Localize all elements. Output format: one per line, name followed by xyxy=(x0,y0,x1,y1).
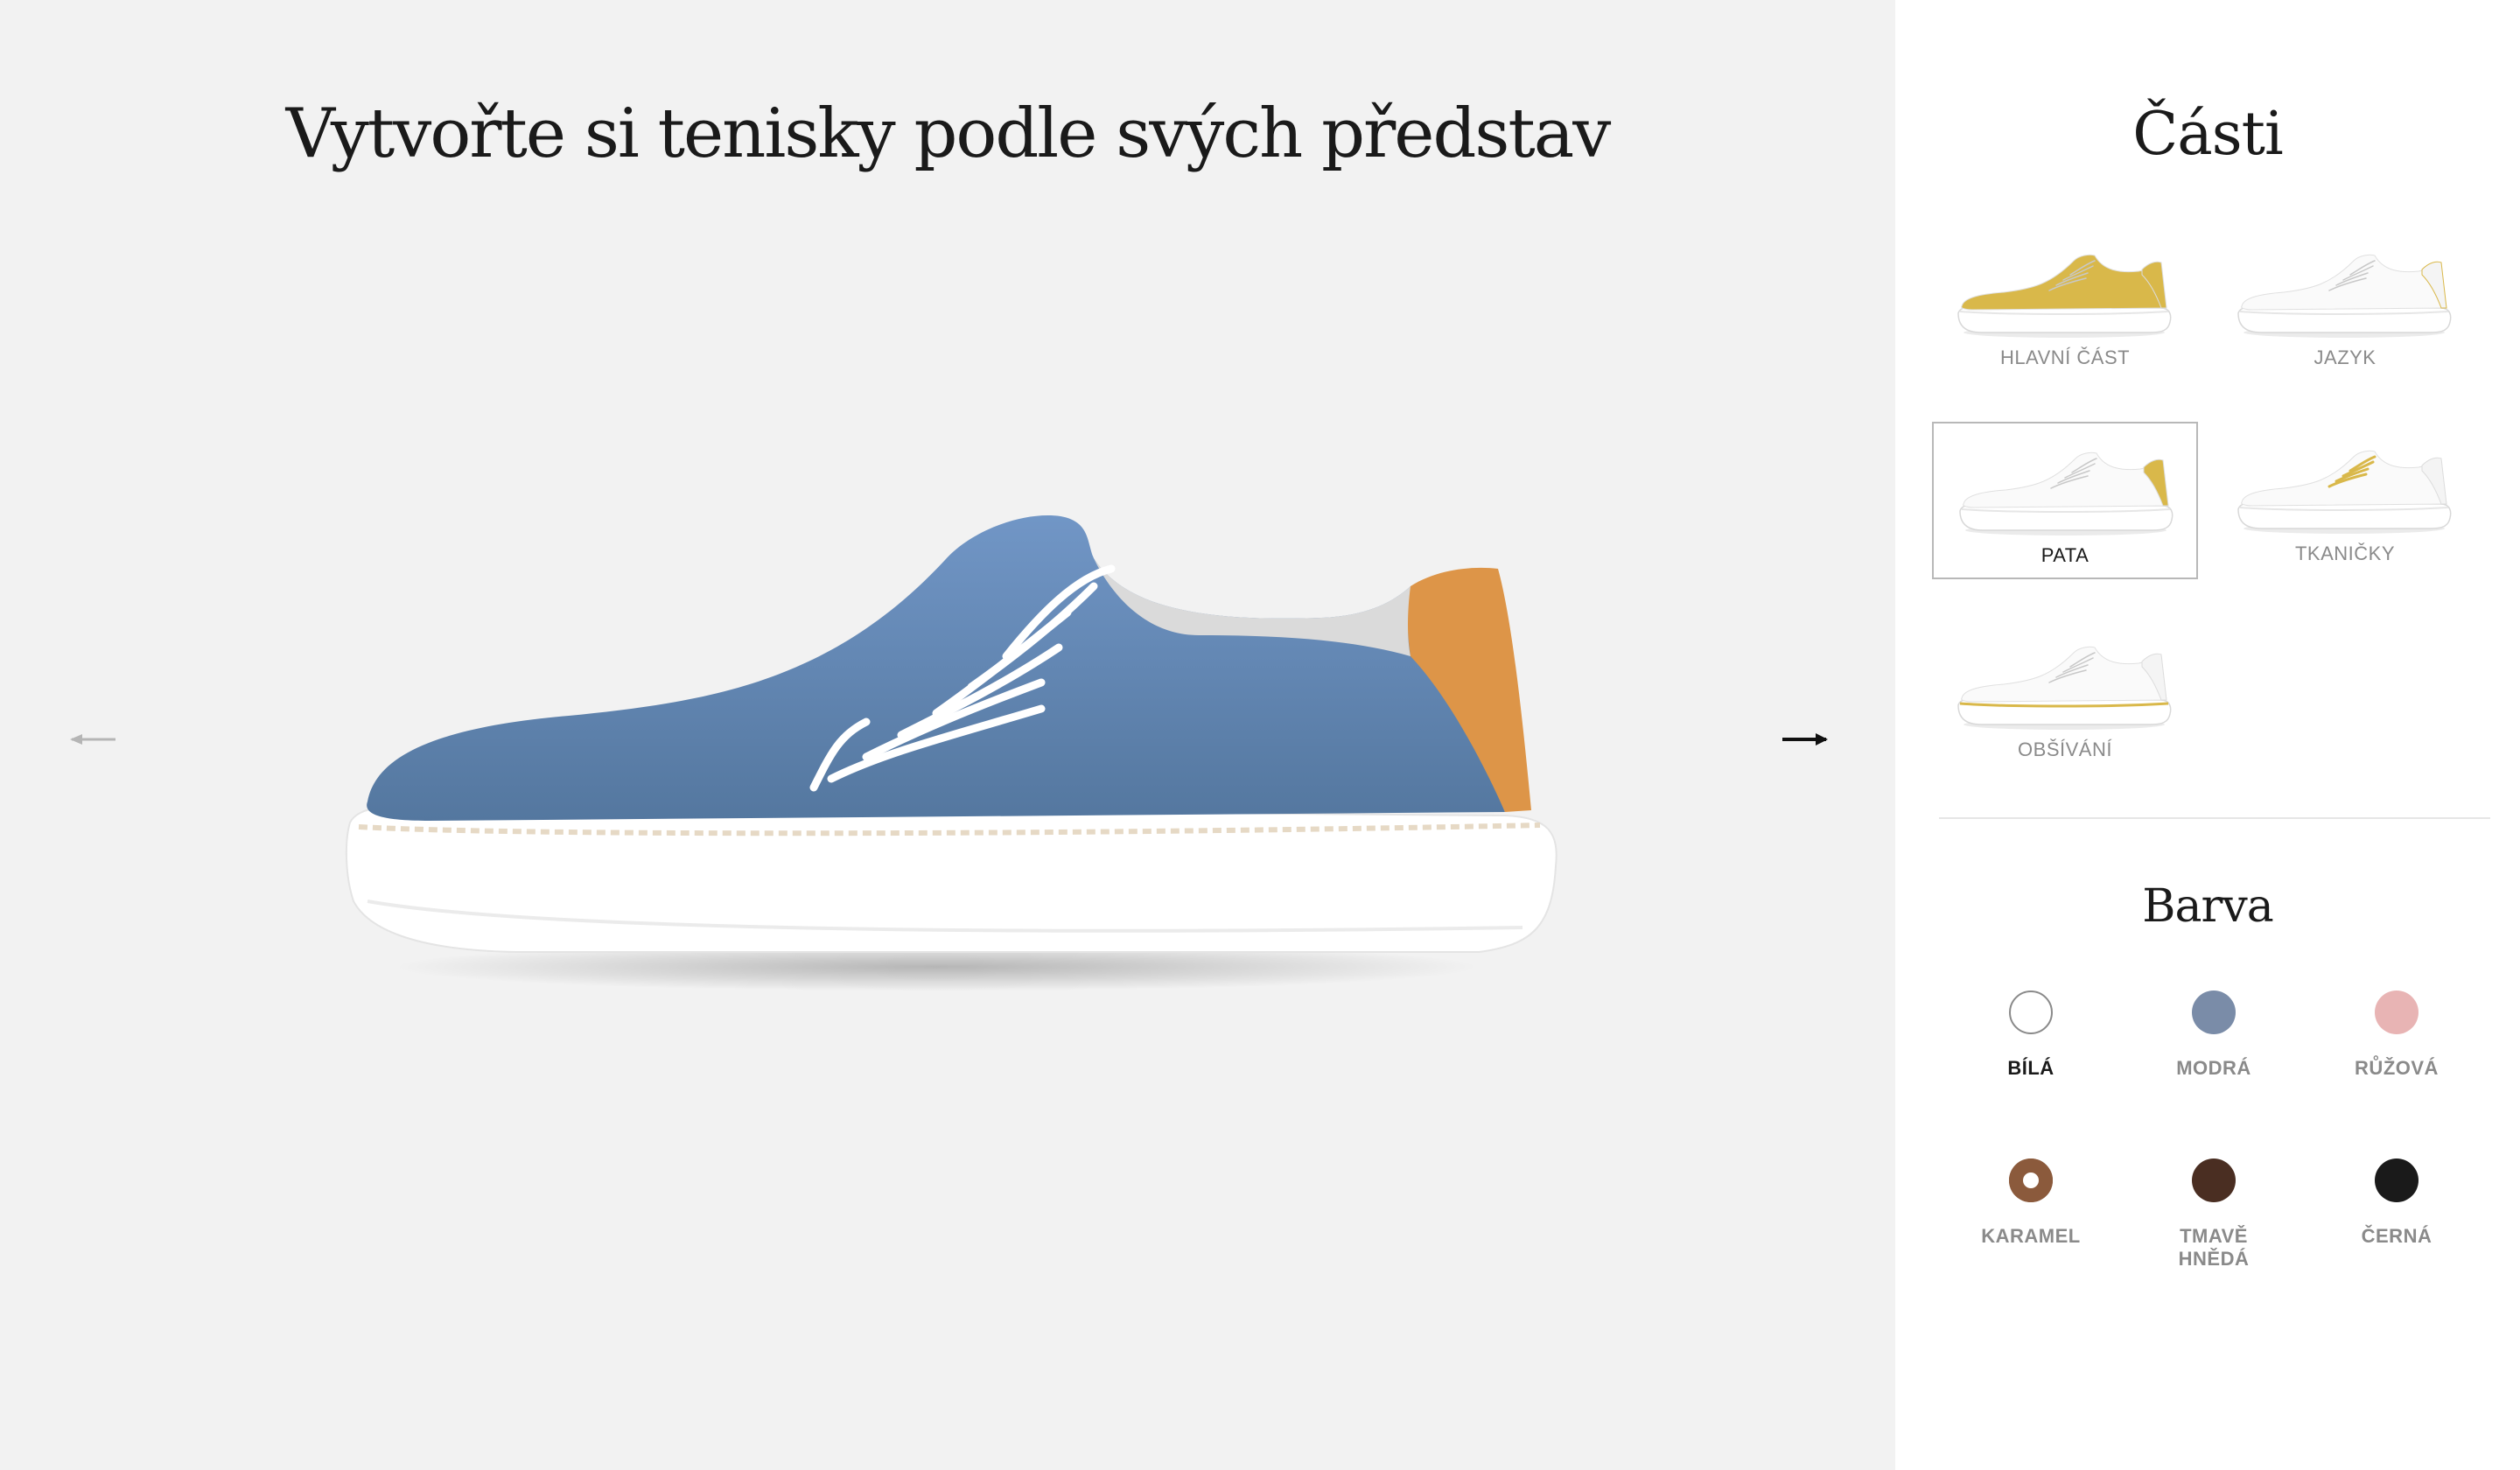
swatch-label: MODRÁ xyxy=(2176,1057,2251,1079)
next-view-button[interactable] xyxy=(1774,718,1835,761)
swatch-label: ČERNÁ xyxy=(2361,1225,2432,1247)
divider xyxy=(1939,817,2490,819)
color-swatch[interactable]: TMAVĚ HNĚDÁ xyxy=(2144,1158,2284,1281)
color-swatch[interactable]: ČERNÁ xyxy=(2327,1158,2467,1281)
part-label: HLAVNÍ ČÁST xyxy=(1999,346,2131,368)
swatch-label: TMAVĚ HNĚDÁ xyxy=(2178,1225,2250,1270)
swatch-label: BÍLÁ xyxy=(2007,1057,2054,1079)
part-thumbnail xyxy=(1955,245,2174,341)
swatch-label: KARAMEL xyxy=(1981,1225,2081,1247)
shoe-preview xyxy=(341,490,1566,1015)
arrow-right-icon xyxy=(1774,718,1835,761)
part-label: TKANIČKY xyxy=(2294,542,2396,564)
swatch-label: RŮŽOVÁ xyxy=(2355,1057,2439,1079)
part-thumbnail xyxy=(2235,441,2454,537)
part-label: OBŠÍVÁNÍ xyxy=(2018,738,2112,760)
color-swatch[interactable]: MODRÁ xyxy=(2144,990,2284,1113)
part-thumbnail xyxy=(1956,443,2175,539)
part-tile-upper[interactable]: HLAVNÍ ČÁST xyxy=(1932,226,2198,383)
customizer-sidebar: Části HLAVNÍ ČÁST JAZYK PATA TKANIČKY OB… xyxy=(1895,0,2520,1470)
prev-view-button[interactable] xyxy=(63,718,124,761)
swatch-circle xyxy=(2375,1158,2418,1202)
swatch-circle xyxy=(2009,990,2053,1034)
part-label: PATA xyxy=(2040,544,2090,566)
color-swatch[interactable]: KARAMEL xyxy=(1961,1158,2101,1281)
swatch-circle xyxy=(2192,1158,2236,1202)
swatch-circle xyxy=(2375,990,2418,1034)
shoe-image xyxy=(345,515,1558,991)
parts-title: Části xyxy=(2132,100,2284,169)
part-thumbnail xyxy=(1955,637,2174,733)
color-title: Barva xyxy=(2142,880,2273,933)
preview-stage: Vytvořte si tenisky podle svých představ xyxy=(0,0,1895,1470)
part-thumbnail xyxy=(2235,245,2454,341)
part-tile-laces[interactable]: TKANIČKY xyxy=(2212,422,2478,579)
color-swatch[interactable]: RŮŽOVÁ xyxy=(2327,990,2467,1113)
swatch-circle xyxy=(2009,1158,2053,1202)
arrow-left-icon xyxy=(63,718,124,761)
part-label: JAZYK xyxy=(2314,346,2376,368)
page-title: Vytvořte si tenisky podle svých představ xyxy=(285,94,1612,173)
part-tile-heel[interactable]: PATA xyxy=(1932,422,2198,579)
part-tile-tongue[interactable]: JAZYK xyxy=(2212,226,2478,383)
part-tile-stitching[interactable]: OBŠÍVÁNÍ xyxy=(1932,618,2198,775)
swatch-circle xyxy=(2192,990,2236,1034)
color-swatch[interactable]: BÍLÁ xyxy=(1961,990,2101,1113)
